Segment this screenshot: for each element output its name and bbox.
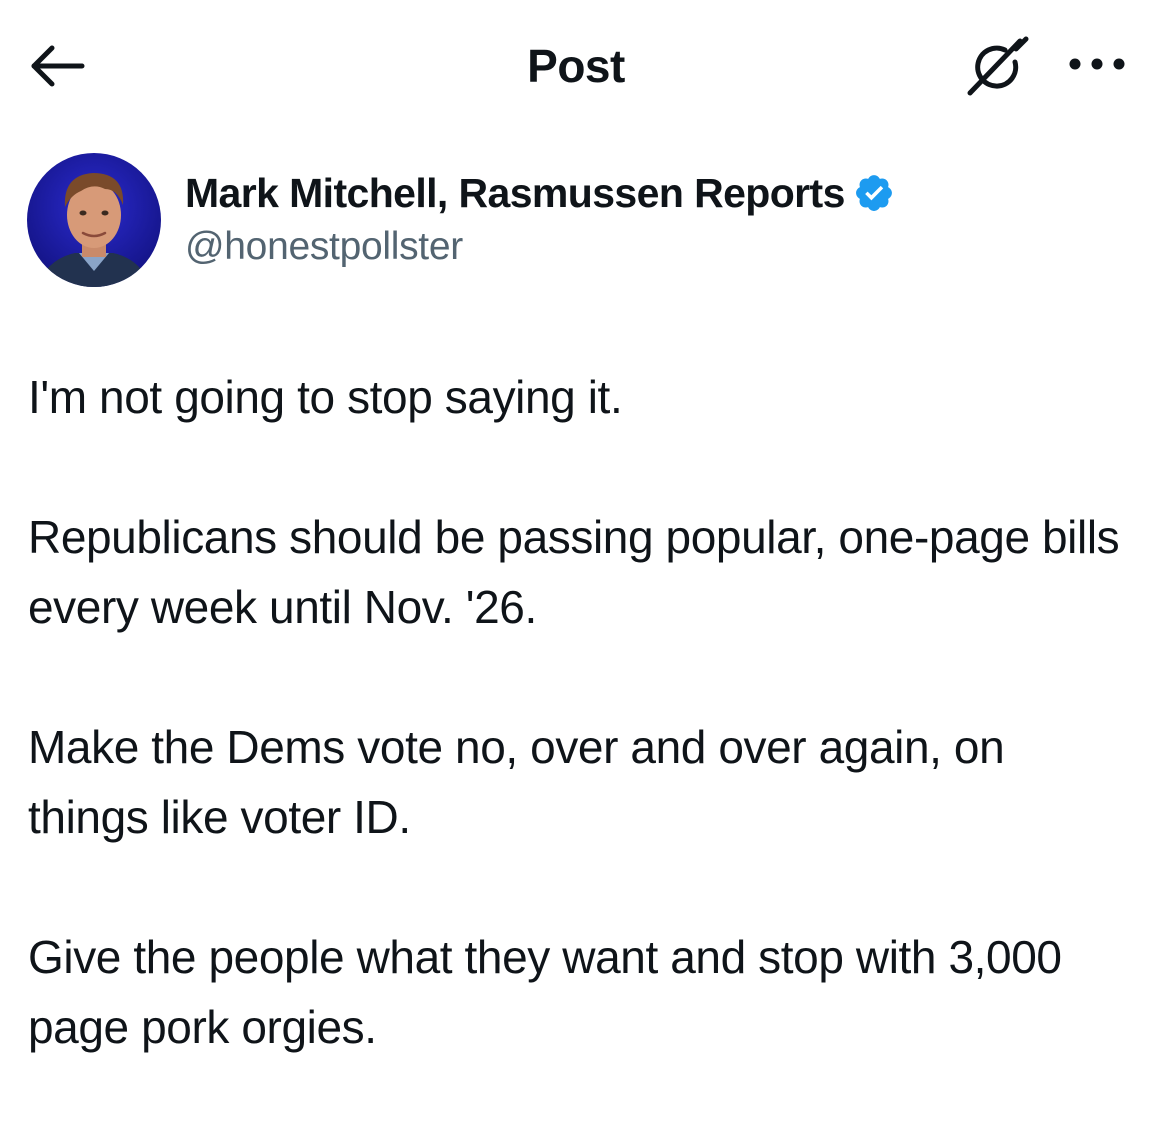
post-text: I'm not going to stop saying it. Republi… [28,362,1128,1132]
grok-button[interactable] [960,34,1034,102]
top-bar: Post [0,0,1152,130]
verified-badge-icon [853,172,895,214]
author-display-name: Mark Mitchell, Rasmussen Reports [185,170,845,216]
more-options-button[interactable] [1062,46,1132,86]
author-handle[interactable]: @honestpollster [185,222,463,272]
author-name-row[interactable]: Mark Mitchell, Rasmussen Reports [185,166,895,220]
post-paragraph: Republicans should be passing popular, o… [28,511,1120,633]
post-paragraph: Make the Dems vote no, over and over aga… [28,721,1005,843]
post-paragraph: I'm not going to stop saying it. [28,371,623,423]
post-author: Mark Mitchell, Rasmussen Reports @honest… [27,150,1127,290]
avatar[interactable] [27,153,161,287]
post-paragraph: Give the people what they want and stop … [28,931,1062,1053]
ellipsis-icon [1067,57,1127,76]
grok-slash-circle-icon [962,33,1032,104]
